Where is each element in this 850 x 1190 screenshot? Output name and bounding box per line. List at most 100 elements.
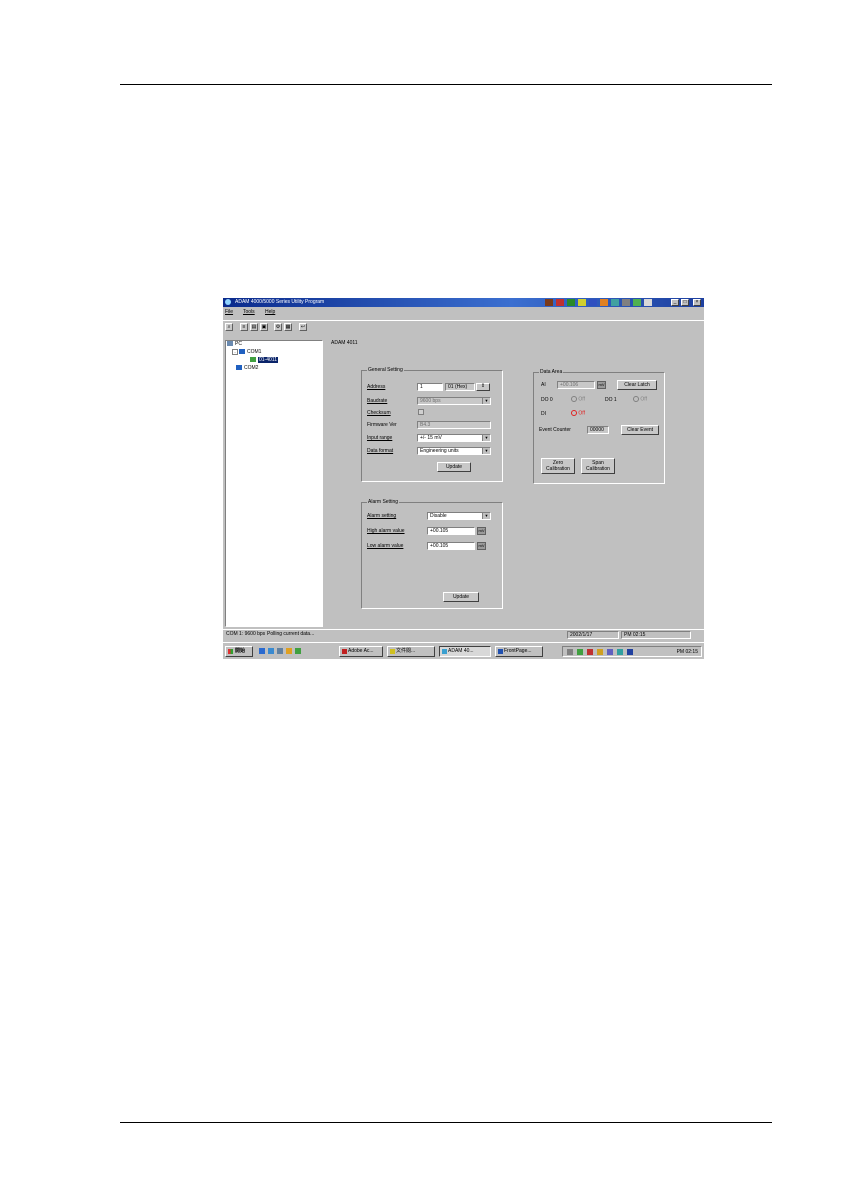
- ai-label: AI: [541, 382, 546, 388]
- tray-clock: PM 02:15: [676, 649, 698, 655]
- module-name: ADAM 4011: [331, 340, 358, 346]
- toolbar: ⌕ ≡ ▤ ▣ ⚙ ▦ ↩: [223, 320, 704, 333]
- alarm-setting-value: Disable: [430, 513, 447, 519]
- tree-item-module[interactable]: 01-4011: [250, 357, 278, 363]
- tree-item-com2[interactable]: COM2: [236, 365, 258, 371]
- tree-label-com2: COM2: [244, 365, 259, 371]
- data-area-heading: Data Area: [539, 369, 564, 375]
- do0-led-icon: [571, 396, 577, 402]
- tray-app-icon-2[interactable]: [556, 299, 564, 306]
- network-icon[interactable]: [577, 649, 583, 655]
- zero-calibration-button[interactable]: Zero Calibration: [541, 458, 575, 474]
- printer-icon[interactable]: [607, 649, 613, 655]
- exit-icon[interactable]: ↩: [299, 323, 307, 331]
- list-icon[interactable]: ≡: [240, 323, 248, 331]
- paint-icon[interactable]: [295, 648, 301, 654]
- task-document-label: 文件閱...: [396, 648, 416, 654]
- tray-app-icon-7[interactable]: [611, 299, 619, 306]
- low-alarm-field[interactable]: +00.105: [427, 542, 475, 550]
- input-range-select[interactable]: +/- 15 mV ▼: [417, 434, 491, 442]
- windows-logo-icon: [228, 649, 233, 654]
- module-icon[interactable]: ▦: [284, 323, 292, 331]
- ai-value-field: +00.106: [557, 381, 595, 389]
- tray-app-icon-5[interactable]: [589, 299, 597, 306]
- alarm-update-button[interactable]: Update: [443, 592, 479, 602]
- document-icon: [390, 649, 395, 654]
- address-label: Address: [367, 384, 386, 390]
- menu-file[interactable]: File: [225, 309, 233, 315]
- settings-icon[interactable]: ⚙: [274, 323, 282, 331]
- span-calibration-button[interactable]: Span Calibration: [581, 458, 615, 474]
- tray-app-icon-6[interactable]: [600, 299, 608, 306]
- do1-indicator: Off: [633, 396, 647, 402]
- general-update-button[interactable]: Update: [437, 462, 471, 472]
- serial-port-icon: [236, 365, 242, 371]
- start-button[interactable]: 開始: [225, 646, 253, 657]
- di-state: Off: [578, 410, 585, 417]
- ie-icon[interactable]: [259, 648, 265, 654]
- baudrate-label: Baudrate: [367, 398, 388, 404]
- di-indicator: Off: [571, 410, 585, 416]
- module-settings-pane: ADAM 4011 General Setting Address 1 01 (…: [325, 340, 704, 627]
- menu-help[interactable]: Help: [265, 309, 275, 315]
- search-icon[interactable]: ⌕: [225, 323, 233, 331]
- do0-state: Off: [578, 396, 585, 403]
- page-footer-rule: [120, 1122, 772, 1123]
- do0-indicator: Off: [571, 396, 585, 402]
- messenger-icon[interactable]: [617, 649, 623, 655]
- task-adam[interactable]: ADAM 40...: [439, 646, 491, 657]
- data-format-select[interactable]: Engineering units ▼: [417, 447, 491, 455]
- address-spin-button[interactable]: ⇕: [476, 383, 490, 391]
- tray-app-icon-3[interactable]: [567, 299, 575, 306]
- ime-icon[interactable]: [597, 649, 603, 655]
- tray-app-icon-8[interactable]: [622, 299, 630, 306]
- tray-app-icon-9[interactable]: [633, 299, 641, 306]
- maximize-button[interactable]: □: [681, 299, 689, 306]
- close-button[interactable]: ×: [693, 299, 701, 306]
- do0-label: DO 0: [541, 397, 553, 403]
- low-alarm-unit: mV: [477, 542, 486, 550]
- adam-utility-icon: [442, 649, 447, 654]
- media-icon[interactable]: [286, 648, 292, 654]
- terminal-icon[interactable]: ▤: [250, 323, 258, 331]
- checksum-label: Checksum: [367, 410, 391, 416]
- tray-app-icon-4[interactable]: [578, 299, 586, 306]
- menu-tools[interactable]: Tools: [243, 309, 255, 315]
- device-tree: PC - COM1 01-4011 COM2: [225, 340, 323, 627]
- task-frontpage[interactable]: FrontPage...: [495, 646, 543, 657]
- tree-item-com1[interactable]: - COM1: [232, 349, 261, 355]
- high-alarm-field[interactable]: +00.105: [427, 527, 475, 535]
- input-range-value: +/- 15 mV: [420, 435, 442, 441]
- status-bar: COM 1: 9600 bps Polling current data... …: [223, 629, 704, 640]
- tree-item-pc[interactable]: PC: [227, 341, 242, 347]
- window-title: ADAM 4000/5000 Series Utility Program: [235, 299, 325, 305]
- baudrate-value: 9600 bps: [420, 398, 441, 404]
- minimize-button[interactable]: _: [671, 299, 679, 306]
- collapse-toggle-icon[interactable]: -: [232, 349, 238, 355]
- task-adobe[interactable]: Adobe Ac...: [339, 646, 383, 657]
- tray-app-icon-1[interactable]: [545, 299, 553, 306]
- baudrate-select: 9600 bps ▼: [417, 397, 491, 405]
- general-setting-heading: General Setting: [367, 367, 404, 373]
- clear-latch-button[interactable]: Clear Latch: [617, 380, 657, 390]
- outlook-icon[interactable]: [268, 648, 274, 654]
- clear-event-button[interactable]: Clear Event: [621, 425, 659, 435]
- event-counter-field: 00000: [587, 426, 609, 434]
- status-message: Polling current data...: [267, 631, 315, 637]
- computer-icon: [227, 341, 233, 347]
- tray-app-icon-10[interactable]: [644, 299, 652, 306]
- status-port: COM 1: 9600 bps: [226, 631, 266, 637]
- security-icon[interactable]: [627, 649, 633, 655]
- alarm-setting-select[interactable]: Disable ▼: [427, 512, 491, 520]
- task-document[interactable]: 文件閱...: [387, 646, 435, 657]
- address-field[interactable]: 1: [417, 383, 443, 391]
- desktop-icon[interactable]: [277, 648, 283, 654]
- adobe-icon: [342, 649, 347, 654]
- start-label: 開始: [235, 648, 246, 654]
- antivirus-icon[interactable]: [587, 649, 593, 655]
- volume-icon[interactable]: [567, 649, 573, 655]
- save-icon[interactable]: ▣: [260, 323, 268, 331]
- page-header-rule: [120, 84, 772, 85]
- data-format-value: Engineering units: [420, 448, 459, 454]
- system-tray: PM 02:15: [562, 646, 702, 657]
